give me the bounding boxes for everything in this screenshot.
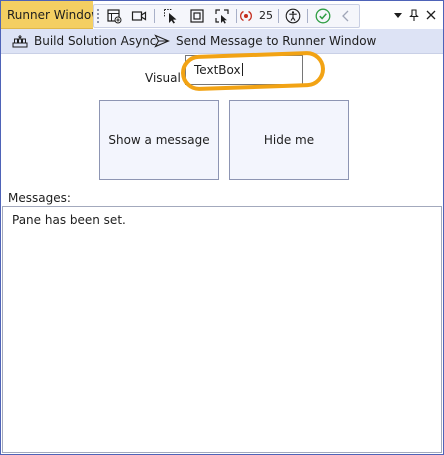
- video-icon: [131, 11, 147, 21]
- record-button[interactable]: [128, 7, 150, 25]
- live-visual-tree-toolbar: 25: [93, 4, 360, 28]
- refresh-selection-icon: [215, 9, 229, 24]
- title-bar: Runner Window 25: [1, 1, 443, 29]
- dropdown-icon: [394, 13, 402, 18]
- toolbar-separator: [154, 9, 155, 23]
- textbox-input[interactable]: TextBox: [185, 55, 303, 85]
- send-icon: [154, 34, 170, 48]
- pin-icon: [409, 9, 419, 21]
- send-message-button[interactable]: Send Message to Runner Window: [154, 34, 376, 48]
- select-in-app-button[interactable]: [160, 7, 182, 25]
- pointer-icon: [164, 9, 177, 24]
- toolbar-separator: [236, 9, 237, 23]
- build-icon: [12, 35, 28, 48]
- check-icon: [315, 8, 331, 24]
- frame-icon: [190, 9, 204, 23]
- message-line: Pane has been set.: [12, 213, 126, 227]
- error-badge-icon: [240, 10, 252, 22]
- text-caret: [241, 63, 243, 76]
- track-focus-button[interactable]: [211, 7, 233, 25]
- textbox-value: TextBox: [194, 63, 241, 77]
- runner-window: Runner Window 25 Build Solution Async Se…: [0, 0, 444, 455]
- toolbar-separator: [307, 9, 308, 23]
- send-message-label: Send Message to Runner Window: [176, 34, 377, 48]
- toolbar-separator: [278, 9, 279, 23]
- messages-output[interactable]: Pane has been set.: [2, 206, 442, 453]
- build-solution-async-label: Build Solution Async: [34, 34, 157, 48]
- window-title-tab[interactable]: Runner Window: [1, 1, 93, 29]
- back-icon: [342, 10, 349, 22]
- accessibility-checker-button[interactable]: [282, 7, 304, 25]
- select-element-icon: [107, 9, 122, 24]
- hot-reload-status-button[interactable]: [312, 7, 334, 25]
- pin-button[interactable]: [406, 7, 422, 23]
- runner-content: Visual S TextBox Show a message Hide me …: [1, 50, 443, 454]
- display-layout-adorners-button[interactable]: [186, 7, 208, 25]
- close-button[interactable]: [423, 7, 439, 23]
- select-element-button[interactable]: [103, 7, 125, 25]
- messages-label: Messages:: [8, 191, 71, 205]
- collapse-toolbar-button[interactable]: [335, 7, 357, 25]
- show-message-button[interactable]: Show a message: [99, 100, 219, 180]
- window-title: Runner Window: [7, 8, 93, 22]
- accessibility-icon: [285, 8, 301, 24]
- binding-failure-count: 25: [259, 9, 273, 22]
- toolbar-grip[interactable]: [97, 9, 101, 23]
- close-icon: [426, 10, 436, 20]
- build-solution-async-button[interactable]: Build Solution Async: [12, 34, 156, 48]
- hide-me-button[interactable]: Hide me: [229, 100, 349, 180]
- window-options-button[interactable]: [390, 7, 406, 23]
- command-bar: Build Solution Async Send Message to Run…: [1, 29, 443, 54]
